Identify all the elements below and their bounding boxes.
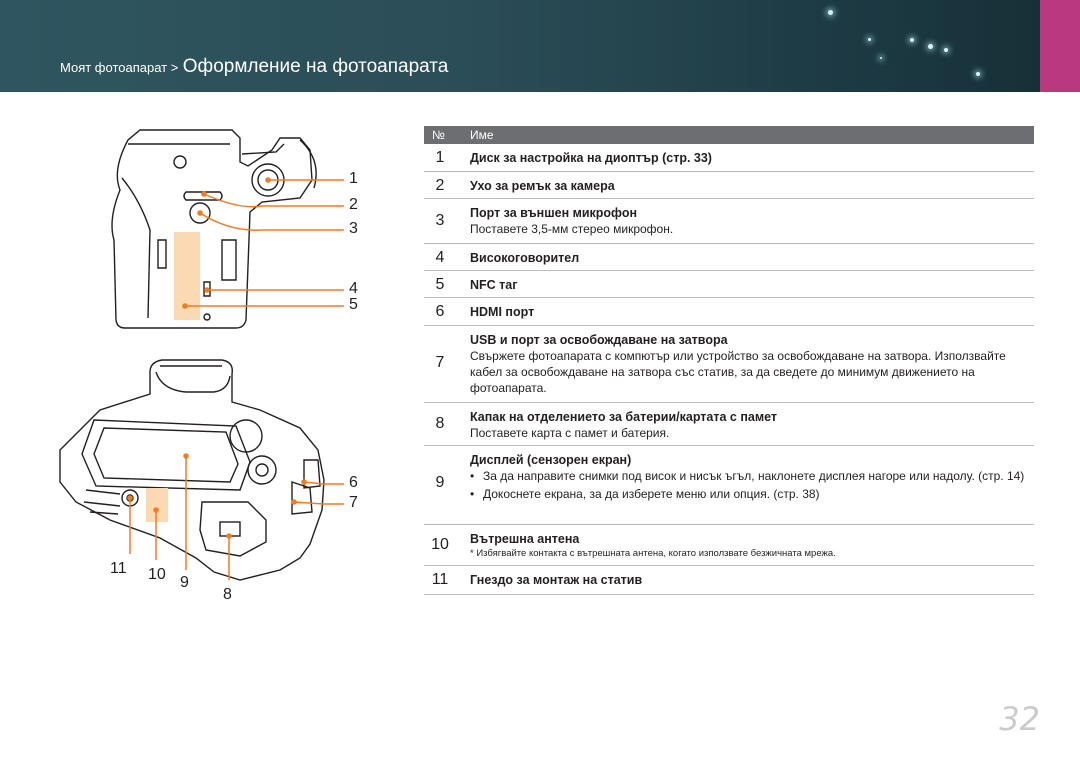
callout-11: 11 <box>110 560 127 577</box>
highlight-antenna-region <box>146 488 168 522</box>
column-header-number: № <box>432 128 445 142</box>
row-title: Вътрешна антена <box>470 532 580 546</box>
row-bullet: За да направите снимки под висок и нисък… <box>470 468 1034 484</box>
row-title: Дисплей (сензорен екран) <box>470 453 632 467</box>
row-number: 4 <box>435 249 445 266</box>
row-number: 5 <box>435 276 445 293</box>
row-number: 11 <box>431 571 449 588</box>
sparkle-decoration <box>928 44 933 49</box>
row-title: NFC таг <box>470 278 518 292</box>
row-title: USB и порт за освобождаване на затвора <box>470 333 728 347</box>
row-title: Капак на отделението за батерии/картата … <box>470 410 778 424</box>
page-number: 32 <box>999 700 1040 738</box>
table-row: 5 NFC таг <box>424 271 1034 298</box>
table-row: 4 Високоговорител <box>424 244 1034 271</box>
accent-tab <box>1040 0 1080 92</box>
row-description: Поставете 3,5-мм стерео микрофон. <box>470 222 674 236</box>
table-row: 8 Капак на отделението за батерии/картат… <box>424 403 1034 446</box>
table-row: 9 Дисплей (сензорен екран) За да направи… <box>424 446 1034 525</box>
sparkle-decoration <box>880 57 882 59</box>
row-title: Диск за настройка на диоптър (стр. 33) <box>470 151 712 165</box>
row-bullet: Докоснете екрана, за да изберете меню ил… <box>470 486 1034 502</box>
table-row: 7 USB и порт за освобождаване на затвора… <box>424 326 1034 403</box>
row-number: 7 <box>435 354 445 371</box>
row-title: HDMI порт <box>470 305 535 319</box>
camera-side-view <box>111 129 317 329</box>
callout-7: 7 <box>349 494 358 511</box>
page-title: Оформление на фотоапарата <box>182 56 449 77</box>
row-number: 3 <box>435 212 445 229</box>
table-row: 3 Порт за външен микрофон Поставете 3,5-… <box>424 199 1034 244</box>
sparkle-decoration <box>828 10 833 15</box>
camera-illustrations <box>59 129 344 581</box>
breadcrumb: Моят фотоапарат > Оформление на фотоапар… <box>60 56 448 78</box>
table-row: 11 Гнездо за монтаж на статив <box>424 566 1034 595</box>
callout-3: 3 <box>349 220 358 237</box>
sparkle-decoration <box>976 72 980 76</box>
row-number: 9 <box>435 474 445 491</box>
callout-9: 9 <box>180 574 189 591</box>
row-title: Ухо за ремък за камера <box>470 179 615 193</box>
sparkle-decoration <box>868 38 871 41</box>
row-title: Високоговорител <box>470 251 580 265</box>
breadcrumb-parent[interactable]: Моят фотоапарат > <box>60 60 178 75</box>
table-header: № Име <box>424 126 1034 144</box>
row-note: * Избягвайте контакта с вътрешната антен… <box>470 548 836 559</box>
row-number: 8 <box>435 415 445 432</box>
callout-8: 8 <box>223 586 232 603</box>
callout-2: 2 <box>349 196 358 213</box>
row-number: 10 <box>431 536 449 553</box>
callout-5: 5 <box>349 296 358 313</box>
camera-back-view <box>59 359 325 581</box>
row-number: 2 <box>435 177 445 194</box>
table-row: 10 Вътрешна антена * Избягвайте контакта… <box>424 525 1034 566</box>
table-row: 6 HDMI порт <box>424 298 1034 326</box>
row-title: Порт за външен микрофон <box>470 206 638 220</box>
column-header-name: Име <box>470 128 494 142</box>
row-description: Свържете фотоапарата с компютър или устр… <box>470 349 1006 395</box>
table-row: 2 Ухо за ремък за камера <box>424 172 1034 199</box>
row-title: Гнездо за монтаж на статив <box>470 573 643 587</box>
callout-1: 1 <box>349 170 358 187</box>
sparkle-decoration <box>910 38 914 42</box>
row-number: 1 <box>435 149 445 166</box>
row-description: Поставете карта с памет и батерия. <box>470 426 670 440</box>
callout-dots <box>127 177 307 539</box>
table-row: 1 Диск за настройка на диоптър (стр. 33) <box>424 144 1034 172</box>
parts-table: № Име 1 Диск за настройка на диоптър (ст… <box>424 126 1034 595</box>
header-banner: Моят фотоапарат > Оформление на фотоапар… <box>0 0 1040 92</box>
row-number: 6 <box>435 303 445 320</box>
callout-10: 10 <box>148 566 166 583</box>
callout-6: 6 <box>349 474 358 491</box>
sparkle-decoration <box>944 48 948 52</box>
